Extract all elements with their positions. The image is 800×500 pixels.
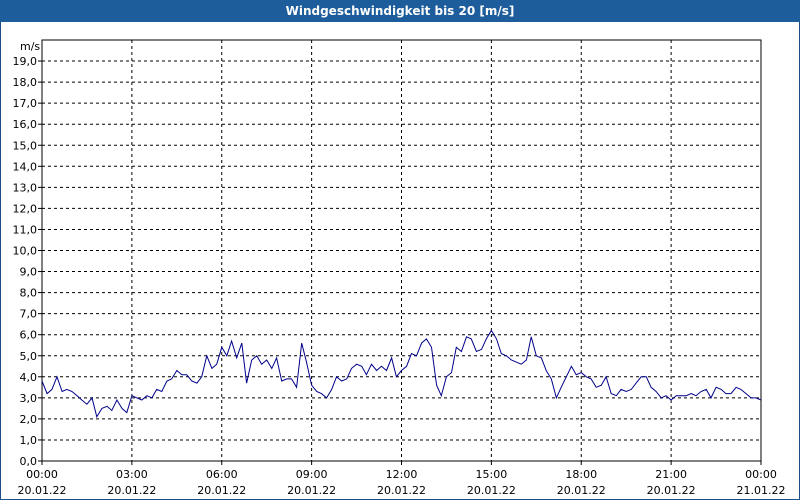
y-tick-label: 12,0 — [13, 202, 38, 215]
x-tick-date-label: 20.01.22 — [287, 484, 336, 497]
x-tick-date-label: 20.01.22 — [377, 484, 426, 497]
y-tick-label: 8,0 — [20, 287, 38, 300]
y-tick-label: 18,0 — [13, 76, 38, 89]
y-tick-label: 4,0 — [20, 371, 38, 384]
x-tick-time-label: 03:00 — [116, 468, 148, 481]
x-tick-time-label: 09:00 — [296, 468, 328, 481]
y-tick-label: 15,0 — [13, 139, 38, 152]
y-tick-label: 10,0 — [13, 245, 38, 258]
y-tick-label: 14,0 — [13, 160, 38, 173]
x-tick-time-label: 21:00 — [655, 468, 687, 481]
x-tick-time-label: 18:00 — [565, 468, 597, 481]
y-axis: 0,0 1,0 2,0 3,0 4,0 5,0 6,0 7,0 8,0 9,0 10,0 11,0 12… — [13, 55, 42, 468]
y-tick-label: 2,0 — [20, 413, 38, 426]
x-tick-time-label: 15:00 — [476, 468, 508, 481]
y-tick-label: 13,0 — [13, 181, 38, 194]
y-tick-label: 1,0 — [20, 434, 38, 447]
y-tick-label: 19,0 — [13, 55, 38, 68]
x-tick-date-label: 20.01.22 — [467, 484, 516, 497]
x-tick-time-label: 06:00 — [206, 468, 238, 481]
x-tick-date-label: 20.01.22 — [557, 484, 606, 497]
x-tick-time-label: 12:00 — [386, 468, 418, 481]
y-tick-label: 7,0 — [20, 308, 38, 321]
x-tick-date-label: 21.01.22 — [737, 484, 786, 497]
y-tick-label: 6,0 — [20, 329, 38, 342]
x-tick-date-label: 20.01.22 — [18, 484, 67, 497]
x-tick-date-label: 20.01.22 — [107, 484, 156, 497]
y-tick-label: 5,0 — [20, 350, 38, 363]
x-tick-date-label: 20.01.22 — [647, 484, 696, 497]
x-tick-date-label: 20.01.22 — [197, 484, 246, 497]
chart-plot: 0,0 1,0 2,0 3,0 4,0 5,0 6,0 7,0 8,0 9,0 10,0 11,0 12… — [13, 39, 786, 497]
x-axis: 00:00 20.01.22 03:00 20.01.22 06:00 20.01.22 0… — [18, 461, 786, 497]
y-tick-label: 11,0 — [13, 223, 38, 236]
y-tick-label: 3,0 — [20, 392, 38, 405]
y-axis-label: m/s — [20, 40, 40, 53]
x-tick-time-label: 00:00 — [745, 468, 777, 481]
y-tick-label: 16,0 — [13, 118, 38, 131]
y-tick-label: 9,0 — [20, 266, 38, 279]
y-tick-label: 17,0 — [13, 97, 38, 110]
y-tick-label: 0,0 — [20, 455, 38, 468]
x-tick-time-label: 00:00 — [26, 468, 58, 481]
